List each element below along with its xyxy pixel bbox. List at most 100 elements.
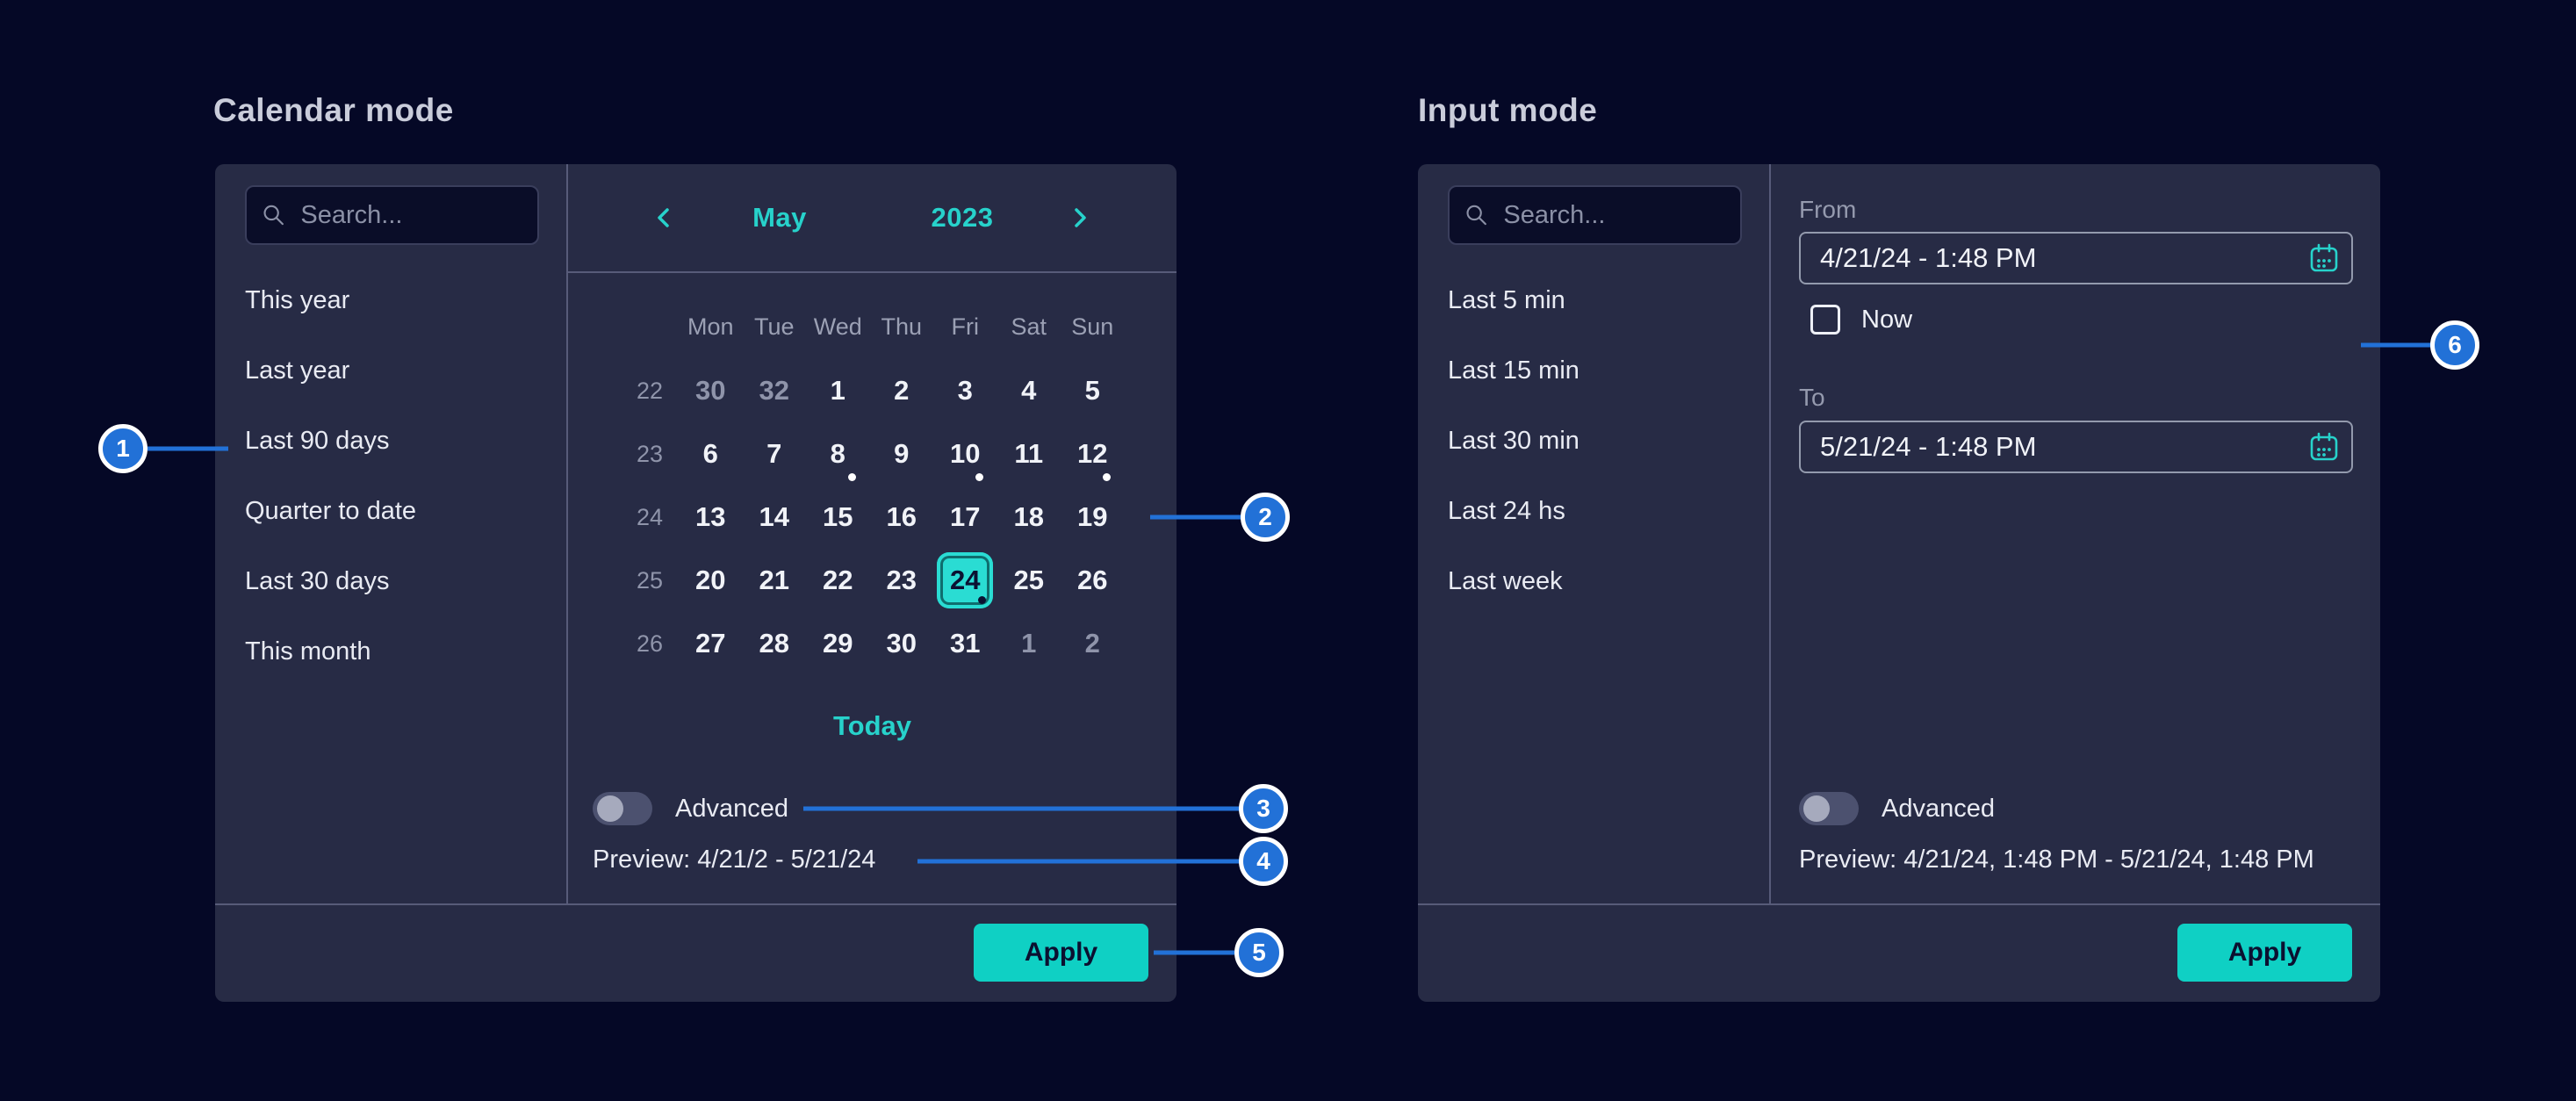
advanced-toggle[interactable] xyxy=(1799,792,1859,825)
day-cell[interactable]: 12 xyxy=(1061,422,1125,486)
from-field[interactable] xyxy=(1799,232,2353,284)
day-number: 28 xyxy=(759,628,789,659)
today-link[interactable]: Today xyxy=(568,710,1176,742)
day-cell[interactable]: 19 xyxy=(1061,486,1125,549)
calendar-icon[interactable] xyxy=(2307,430,2341,464)
day-cell[interactable]: 30 xyxy=(870,612,934,675)
from-input[interactable] xyxy=(1818,241,2299,275)
day-cell[interactable]: 21 xyxy=(743,549,807,612)
day-number: 30 xyxy=(887,628,917,659)
day-cell[interactable]: 9 xyxy=(870,422,934,486)
now-checkbox[interactable] xyxy=(1810,305,1840,335)
preset-list: This yearLast yearLast 90 daysQuarter to… xyxy=(245,265,566,687)
day-cell[interactable]: 1 xyxy=(806,359,870,422)
preset-item[interactable]: Last 90 days xyxy=(245,406,566,476)
callout-line-3 xyxy=(803,807,1240,811)
day-cell[interactable]: 8 xyxy=(806,422,870,486)
day-cell[interactable]: 14 xyxy=(743,486,807,549)
search-icon xyxy=(263,202,284,228)
callout-badge-2: 2 xyxy=(1241,493,1290,542)
preset-item[interactable]: Last week xyxy=(1448,546,1769,616)
day-cell[interactable]: 17 xyxy=(933,486,997,549)
week-number: 25 xyxy=(621,549,679,612)
advanced-label: Advanced xyxy=(675,795,788,824)
selected-day-cell[interactable]: 24 xyxy=(933,549,997,612)
apply-button[interactable]: Apply xyxy=(974,924,1148,982)
preset-item[interactable]: Last 24 hs xyxy=(1448,476,1769,546)
search-box[interactable] xyxy=(1448,185,1742,245)
day-number: 8 xyxy=(831,438,845,470)
apply-button[interactable]: Apply xyxy=(2177,924,2352,982)
day-cell[interactable]: 13 xyxy=(679,486,743,549)
day-cell[interactable]: 5 xyxy=(1061,359,1125,422)
callout-line-5 xyxy=(1154,951,1234,955)
day-cell[interactable]: 10 xyxy=(933,422,997,486)
day-cell[interactable]: 16 xyxy=(870,486,934,549)
to-field[interactable] xyxy=(1799,421,2353,473)
day-cell[interactable]: 2 xyxy=(870,359,934,422)
preset-item[interactable]: Last 30 days xyxy=(245,546,566,616)
input-mode-sidebar: Last 5 minLast 15 minLast 30 minLast 24 … xyxy=(1418,164,1771,903)
calendar-grid: MonTueWedThuFriSatSun2230321234523678910… xyxy=(621,294,1125,675)
preset-item[interactable]: This month xyxy=(245,616,566,687)
now-row: Now xyxy=(1810,300,1912,339)
event-dot xyxy=(975,473,983,481)
event-dot xyxy=(848,473,856,481)
to-input[interactable] xyxy=(1818,430,2299,464)
day-cell[interactable]: 20 xyxy=(679,549,743,612)
day-cell[interactable]: 23 xyxy=(870,549,934,612)
search-input[interactable] xyxy=(1501,200,1724,231)
next-month-button[interactable] xyxy=(1051,164,1107,271)
callout-badge-3: 3 xyxy=(1239,784,1288,833)
to-label: To xyxy=(1799,384,1825,412)
month-label[interactable]: May xyxy=(752,202,807,234)
day-number: 19 xyxy=(1077,501,1107,533)
year-label[interactable]: 2023 xyxy=(932,202,994,234)
preset-item[interactable]: This year xyxy=(245,265,566,335)
calendar-mode-footer: Apply xyxy=(215,903,1176,1002)
day-number: 13 xyxy=(695,501,725,533)
weekday-label: Sun xyxy=(1061,294,1125,359)
day-cell[interactable]: 1 xyxy=(997,612,1061,675)
day-number: 26 xyxy=(1077,565,1107,596)
day-cell[interactable]: 32 xyxy=(743,359,807,422)
prev-month-button[interactable] xyxy=(637,164,693,271)
day-cell[interactable]: 6 xyxy=(679,422,743,486)
day-number: 32 xyxy=(759,375,789,407)
day-cell[interactable]: 2 xyxy=(1061,612,1125,675)
advanced-toggle[interactable] xyxy=(593,792,652,825)
day-number: 5 xyxy=(1085,375,1100,407)
preset-item[interactable]: Last year xyxy=(245,335,566,406)
day-cell[interactable]: 31 xyxy=(933,612,997,675)
day-cell[interactable]: 15 xyxy=(806,486,870,549)
day-cell[interactable]: 22 xyxy=(806,549,870,612)
search-box[interactable] xyxy=(245,185,539,245)
day-cell[interactable]: 4 xyxy=(997,359,1061,422)
day-cell[interactable]: 28 xyxy=(743,612,807,675)
advanced-row: Advanced xyxy=(1799,792,1995,825)
day-cell[interactable]: 18 xyxy=(997,486,1061,549)
preset-item[interactable]: Last 30 min xyxy=(1448,406,1769,476)
search-input[interactable] xyxy=(299,200,522,231)
page: Calendar mode Input mode This yearLast y… xyxy=(0,0,2576,1101)
calendar-mode-panel: This yearLast yearLast 90 daysQuarter to… xyxy=(215,164,1176,1002)
preset-item[interactable]: Last 5 min xyxy=(1448,265,1769,335)
preset-item[interactable]: Quarter to date xyxy=(245,476,566,546)
day-cell[interactable]: 26 xyxy=(1061,549,1125,612)
callout-line-6 xyxy=(2361,343,2431,348)
callout-badge-5: 5 xyxy=(1234,928,1284,977)
day-number: 27 xyxy=(695,628,725,659)
calendar-mode-title: Calendar mode xyxy=(213,92,454,129)
day-cell[interactable]: 30 xyxy=(679,359,743,422)
preset-item[interactable]: Last 15 min xyxy=(1448,335,1769,406)
day-number: 2 xyxy=(894,375,909,407)
day-cell[interactable]: 29 xyxy=(806,612,870,675)
day-cell[interactable]: 7 xyxy=(743,422,807,486)
day-cell[interactable]: 27 xyxy=(679,612,743,675)
day-number: 30 xyxy=(695,375,725,407)
week-number: 26 xyxy=(621,612,679,675)
calendar-icon[interactable] xyxy=(2307,241,2341,275)
day-cell[interactable]: 3 xyxy=(933,359,997,422)
day-cell[interactable]: 25 xyxy=(997,549,1061,612)
day-cell[interactable]: 11 xyxy=(997,422,1061,486)
